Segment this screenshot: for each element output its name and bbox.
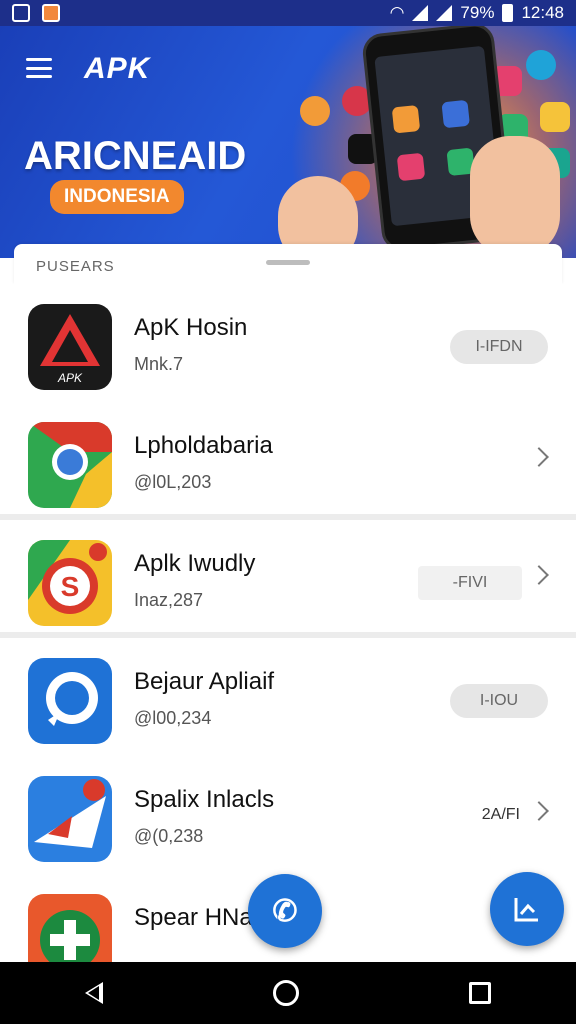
list-item[interactable]: Spalix Inlacls @(0,238 2A/FI	[0, 756, 576, 874]
status-notifications	[12, 4, 60, 22]
drag-handle[interactable]	[266, 260, 310, 265]
gallery-notification-icon	[12, 4, 30, 22]
app-name: Bejaur Apliaif	[134, 668, 275, 695]
list-item[interactable]: Lpholdabaria @l0L,203	[0, 402, 576, 520]
banner-tag: INDONESIA	[50, 180, 184, 214]
app-action-link[interactable]: 2A/FI	[482, 806, 520, 824]
stats-fab[interactable]	[490, 872, 564, 946]
status-bar: ◠ 79% 12:48	[0, 0, 576, 26]
phone-icon: ✆	[272, 894, 298, 928]
chevron-right-icon[interactable]	[529, 801, 549, 821]
list-sheet-header: PUSEARS	[14, 244, 562, 284]
svg-text:APK: APK	[57, 371, 83, 385]
app-subtitle: @l00,234	[134, 708, 212, 728]
list-item[interactable]: APK ApK Hosin Mnk.7 I-IFDN	[0, 284, 576, 402]
signal-icon-2	[436, 5, 453, 21]
app-name: Aplk Iwudly	[134, 550, 256, 577]
chat-app-icon	[28, 658, 112, 744]
app-action-button[interactable]: I-IFDN	[450, 330, 548, 364]
chrome-icon	[28, 422, 112, 508]
app-subtitle: @(0,238	[134, 826, 204, 846]
app-action-button[interactable]: I-IOU	[450, 684, 548, 718]
hero-banner: APK ARICNEAID INDONESIA	[0, 26, 576, 258]
floating-app-icon	[526, 50, 556, 80]
list-item[interactable]: Bejaur Apliaif @l00,234 I-IOU	[0, 638, 576, 756]
phone-app-icon	[391, 104, 421, 134]
app-notification-icon	[42, 4, 60, 22]
call-fab[interactable]: ✆	[248, 874, 322, 948]
apk-app-icon: APK	[28, 304, 112, 390]
section-label: PUSEARS	[36, 258, 115, 275]
menu-icon[interactable]	[26, 58, 52, 78]
app-subtitle: Mnk.7	[134, 354, 184, 374]
floating-app-icon	[540, 102, 570, 132]
travel-app-icon	[28, 776, 112, 862]
phone-app-icon	[441, 99, 470, 129]
clock: 12:48	[521, 3, 564, 22]
app-action-button[interactable]: -FIVI	[418, 566, 522, 600]
wifi-icon: ◠	[389, 3, 405, 22]
signal-icon	[412, 5, 429, 21]
chevron-right-icon[interactable]	[529, 565, 549, 585]
recents-icon[interactable]	[469, 982, 491, 1004]
screen: ◠ 79% 12:48 APK ARICNEAID INDONESIA PUSE…	[0, 0, 576, 1024]
app-name: Spalix Inlacls	[134, 786, 275, 813]
banner-title: ARICNEAID	[24, 134, 247, 178]
battery-icon	[502, 4, 514, 22]
chart-icon	[514, 898, 538, 922]
app-subtitle: Inaz,287	[134, 590, 204, 610]
svg-text:S: S	[61, 571, 80, 602]
list-item[interactable]: S Aplk Iwudly Inaz,287 -FIVI	[0, 520, 576, 638]
back-icon[interactable]	[85, 982, 103, 1004]
app-list: APK ApK Hosin Mnk.7 I-IFDN Lpholdabaria …	[0, 284, 576, 980]
home-icon[interactable]	[273, 980, 299, 1006]
app-subtitle: @l0L,203	[134, 472, 212, 492]
app-name: ApK Hosin	[134, 314, 248, 341]
chevron-right-icon[interactable]	[529, 447, 549, 467]
phone-app-icon	[396, 152, 426, 182]
floating-app-icon	[300, 96, 330, 126]
status-indicators: ◠ 79% 12:48	[390, 3, 564, 23]
battery-percent: 79%	[460, 3, 495, 22]
shopping-app-icon: S	[28, 540, 112, 626]
app-brand: APK	[84, 52, 151, 85]
system-nav-bar	[0, 962, 576, 1024]
app-name: Lpholdabaria	[134, 432, 273, 459]
hand-illustration	[470, 136, 560, 256]
